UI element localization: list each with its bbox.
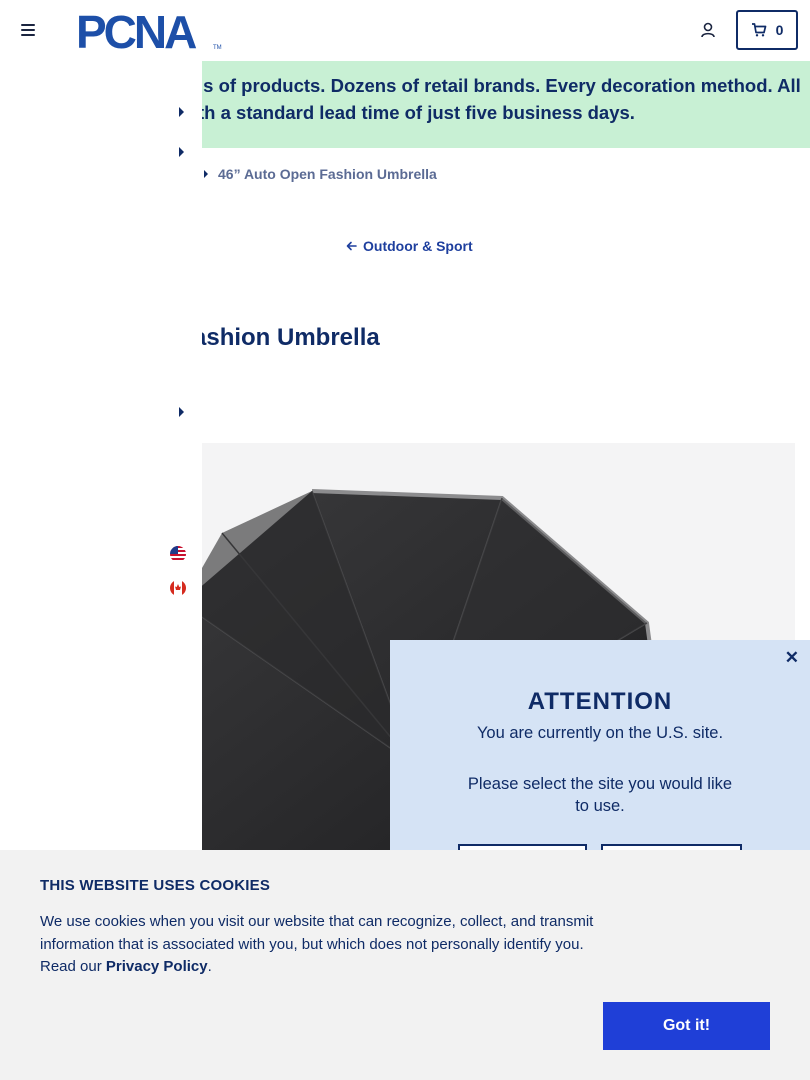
cookie-title: THIS WEBSITE USES COOKIES [40,877,271,894]
breadcrumb-current: 46” Auto Open Fashion Umbrella [204,166,437,182]
cart-icon [751,23,766,37]
breadcrumb-current-label: 46” Auto Open Fashion Umbrella [218,166,437,182]
close-icon[interactable]: ✕ [785,648,799,668]
cookie-text-end: . [207,958,212,975]
us-flag-icon[interactable] [170,546,186,562]
got-it-button[interactable]: Got it! [603,1002,770,1050]
cart-button[interactable]: 0 [736,10,798,50]
caret-right-icon[interactable] [179,147,184,157]
modal-message: You are currently on the U.S. site. [476,724,724,742]
hamburger-icon[interactable] [21,24,35,36]
privacy-policy-link[interactable]: Privacy Policy [106,958,208,975]
cookie-text: We use cookies when you visit our websit… [40,911,610,979]
promo-text: ls of products. Dozens of retail brands.… [198,72,801,126]
promo-line-1: ls of products. Dozens of retail brands.… [198,75,801,96]
account-icon[interactable] [699,21,717,39]
caret-right-icon [204,170,208,178]
promo-line-2: th a standard lead time of just five bus… [198,102,635,123]
caret-right-icon[interactable] [179,407,184,417]
cookie-banner: THIS WEBSITE USES COOKIES We use cookies… [0,850,810,1080]
site-header: PCNA TM 0 [0,0,810,61]
logo-text: PCNA [76,11,196,51]
product-title: ashion Umbrella [193,324,380,351]
back-link-label: Outdoor & Sport [363,238,473,254]
canada-flag-icon[interactable] [170,580,186,596]
modal-title: ATTENTION [527,688,673,715]
pcna-logo[interactable]: PCNA TM [76,6,226,58]
arrow-left-icon [346,241,357,251]
caret-right-icon[interactable] [179,107,184,117]
modal-prompt: Please select the site you would like to… [467,775,733,815]
cart-count: 0 [775,22,784,38]
back-link[interactable]: Outdoor & Sport [346,238,473,254]
svg-text:TM: TM [213,45,222,51]
